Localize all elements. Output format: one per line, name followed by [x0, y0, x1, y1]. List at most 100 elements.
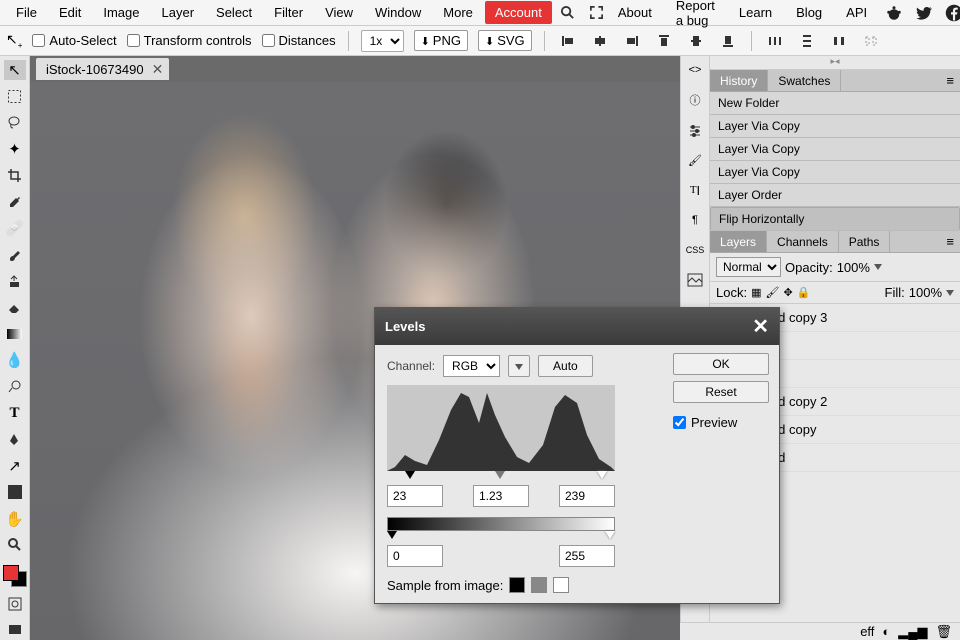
lasso-tool[interactable]: [4, 113, 26, 133]
code-icon[interactable]: <>: [685, 60, 705, 80]
paragraph-icon[interactable]: ¶: [685, 210, 705, 230]
paths-tab[interactable]: Paths: [839, 231, 891, 252]
fill-value[interactable]: 100%: [909, 285, 942, 300]
zoom-tool[interactable]: [4, 535, 26, 555]
menu-account[interactable]: Account: [485, 1, 552, 24]
menu-file[interactable]: File: [6, 1, 47, 24]
history-item[interactable]: New Folder: [710, 92, 960, 115]
blend-mode-select[interactable]: Normal: [716, 257, 781, 277]
export-svg-button[interactable]: SVG: [478, 30, 532, 51]
chevron-down-icon[interactable]: [946, 290, 954, 296]
menu-learn[interactable]: Learn: [733, 1, 778, 24]
heal-tool[interactable]: 🩹: [4, 218, 26, 238]
align-top-icon[interactable]: [653, 30, 675, 52]
history-item[interactable]: Flip Horizontally: [710, 207, 960, 231]
sample-gray-icon[interactable]: [531, 577, 547, 593]
opacity-value[interactable]: 100%: [837, 260, 870, 275]
close-icon[interactable]: ✕: [752, 314, 769, 339]
auto-select-checkbox[interactable]: Auto-Select: [32, 33, 116, 48]
blur-tool[interactable]: 💧: [4, 350, 26, 370]
scale-select[interactable]: 1x: [361, 30, 404, 52]
path-select-tool[interactable]: ↗: [4, 456, 26, 476]
chevron-down-icon[interactable]: [874, 264, 882, 270]
twitter-icon[interactable]: [915, 4, 933, 22]
facebook-icon[interactable]: [945, 4, 960, 22]
dialog-titlebar[interactable]: Levels ✕: [375, 308, 779, 345]
menu-more[interactable]: More: [433, 1, 483, 24]
align-hcenter-icon[interactable]: [589, 30, 611, 52]
align-right-icon[interactable]: [621, 30, 643, 52]
output-white-field[interactable]: [559, 545, 615, 567]
output-sliders[interactable]: [387, 531, 615, 541]
channels-tab[interactable]: Channels: [767, 231, 839, 252]
menu-view[interactable]: View: [315, 1, 363, 24]
eyedropper-tool[interactable]: [4, 192, 26, 212]
lock-position-icon[interactable]: ✥: [783, 286, 792, 299]
trash-icon[interactable]: 🗑: [935, 624, 952, 640]
brush-panel-icon[interactable]: 🖌: [685, 150, 705, 170]
info-icon[interactable]: ⓘ: [685, 90, 705, 110]
close-icon[interactable]: ✕: [152, 61, 164, 78]
menu-layer[interactable]: Layer: [152, 1, 205, 24]
swatches-tab[interactable]: Swatches: [768, 70, 841, 91]
menu-bug[interactable]: Report a bug: [670, 0, 721, 32]
input-black-field[interactable]: [387, 485, 443, 507]
history-item[interactable]: Layer Order: [710, 184, 960, 207]
search-icon[interactable]: [560, 5, 575, 21]
reset-button[interactable]: Reset: [673, 381, 769, 403]
output-black-field[interactable]: [387, 545, 443, 567]
history-item[interactable]: Layer Via Copy: [710, 138, 960, 161]
css-icon[interactable]: CSS: [685, 240, 705, 260]
thumbnail-icon[interactable]: [685, 270, 705, 290]
color-swatches[interactable]: [3, 565, 27, 587]
lock-pixels-icon[interactable]: 🖌: [765, 286, 779, 299]
sliders-icon[interactable]: [685, 120, 705, 140]
align-left-icon[interactable]: [557, 30, 579, 52]
pen-tool[interactable]: [4, 429, 26, 449]
panel-menu-icon[interactable]: ≡: [940, 70, 960, 91]
input-gamma-field[interactable]: [473, 485, 529, 507]
dodge-tool[interactable]: [4, 377, 26, 397]
menu-select[interactable]: Select: [206, 1, 262, 24]
menu-blog[interactable]: Blog: [790, 1, 828, 24]
align-vcenter-icon[interactable]: [685, 30, 707, 52]
channel-options-button[interactable]: [508, 355, 530, 377]
adjust-levels-icon[interactable]: ▂▄▆: [898, 624, 927, 640]
auto-button[interactable]: Auto: [538, 355, 593, 377]
character-icon[interactable]: TI: [685, 180, 705, 200]
document-tab[interactable]: iStock-10673490 ✕: [36, 58, 169, 80]
input-sliders[interactable]: [387, 471, 615, 481]
type-tool[interactable]: T: [4, 403, 26, 423]
history-item[interactable]: Layer Via Copy: [710, 161, 960, 184]
hand-tool[interactable]: ✋: [4, 508, 26, 528]
sample-black-icon[interactable]: [509, 577, 525, 593]
menu-window[interactable]: Window: [365, 1, 431, 24]
white-point-slider[interactable]: [597, 471, 607, 479]
input-white-field[interactable]: [559, 485, 615, 507]
menu-image[interactable]: Image: [93, 1, 149, 24]
shape-tool[interactable]: [4, 482, 26, 502]
sample-white-icon[interactable]: [553, 577, 569, 593]
adjust-contrast-icon[interactable]: ◐: [882, 624, 890, 639]
gamma-slider[interactable]: [495, 471, 505, 479]
layers-tab[interactable]: Layers: [710, 231, 767, 252]
export-png-button[interactable]: PNG: [414, 30, 468, 51]
menu-about[interactable]: About: [612, 1, 658, 24]
dist-h2-icon[interactable]: [828, 30, 850, 52]
wand-tool[interactable]: ✦: [4, 139, 26, 159]
dist-h-icon[interactable]: [764, 30, 786, 52]
menu-api[interactable]: API: [840, 1, 873, 24]
align-bottom-icon[interactable]: [717, 30, 739, 52]
lock-transparent-icon[interactable]: ▦: [751, 286, 761, 299]
dist-v-icon[interactable]: [796, 30, 818, 52]
reddit-icon[interactable]: [885, 4, 903, 22]
history-item[interactable]: Layer Via Copy: [710, 115, 960, 138]
menu-edit[interactable]: Edit: [49, 1, 91, 24]
lock-all-icon[interactable]: 🔒: [797, 286, 811, 299]
panel-collapse-icon[interactable]: ▸◂: [710, 56, 960, 70]
black-point-slider[interactable]: [405, 471, 415, 479]
dist-v2-icon[interactable]: [860, 30, 882, 52]
move-tool[interactable]: ↖: [4, 60, 26, 80]
output-white-slider[interactable]: [605, 531, 615, 539]
panel-menu-icon[interactable]: ≡: [940, 231, 960, 252]
